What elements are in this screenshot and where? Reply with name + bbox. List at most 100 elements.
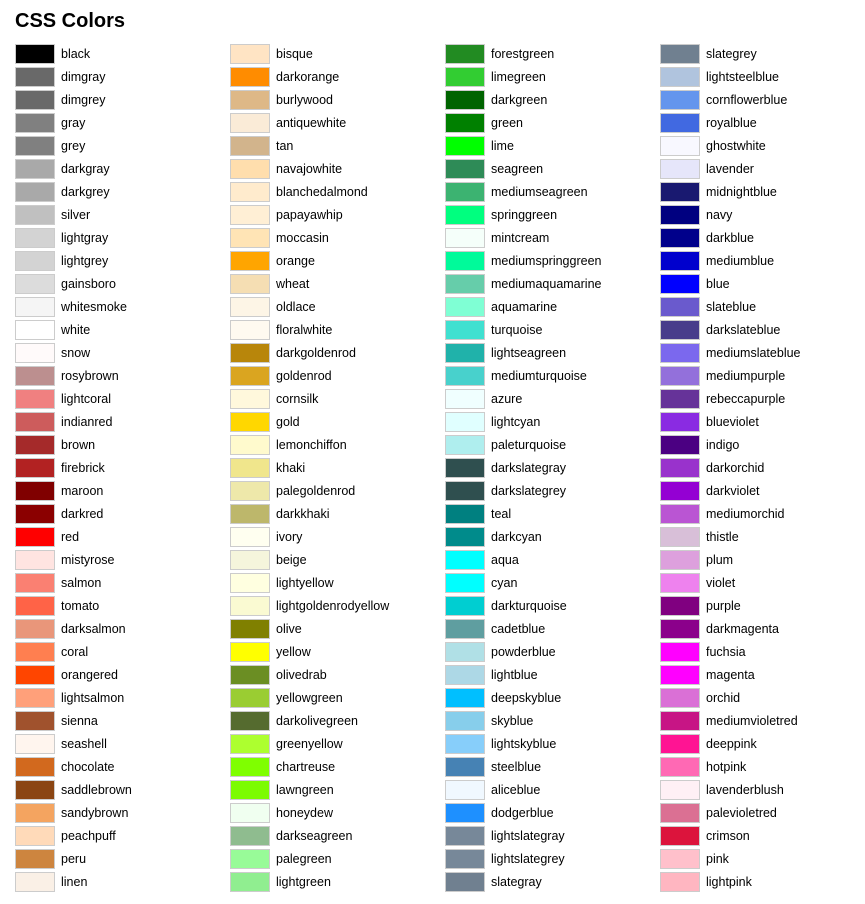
color-label-tan: tan	[276, 139, 293, 153]
color-label-purple: purple	[706, 599, 741, 613]
color-row: aliceblue	[445, 779, 660, 801]
color-label-gold: gold	[276, 415, 300, 429]
swatch-lavenderblush	[660, 780, 700, 800]
color-row: limegreen	[445, 66, 660, 88]
color-row: azure	[445, 388, 660, 410]
color-label-royalblue: royalblue	[706, 116, 757, 130]
color-label-powderblue: powderblue	[491, 645, 556, 659]
color-label-indigo: indigo	[706, 438, 739, 452]
color-row: orchid	[660, 687, 865, 709]
swatch-blanchedalmond	[230, 182, 270, 202]
color-label-darkcyan: darkcyan	[491, 530, 542, 544]
color-label-slateblue: slateblue	[706, 300, 756, 314]
swatch-palevioletred	[660, 803, 700, 823]
color-label-darkgrey: darkgrey	[61, 185, 110, 199]
color-row: gainsboro	[15, 273, 230, 295]
color-row: lightgrey	[15, 250, 230, 272]
color-row: pink	[660, 848, 865, 870]
swatch-darkgray	[15, 159, 55, 179]
swatch-turquoise	[445, 320, 485, 340]
swatch-mediumorchid	[660, 504, 700, 524]
color-label-darkviolet: darkviolet	[706, 484, 760, 498]
color-label-darkseagreen: darkseagreen	[276, 829, 352, 843]
swatch-lightgray	[15, 228, 55, 248]
color-row: violet	[660, 572, 865, 594]
color-label-mediumseagreen: mediumseagreen	[491, 185, 588, 199]
color-label-wheat: wheat	[276, 277, 309, 291]
color-label-lightslategray: lightslategray	[491, 829, 565, 843]
swatch-navy	[660, 205, 700, 225]
color-row: indigo	[660, 434, 865, 456]
color-row: forestgreen	[445, 43, 660, 65]
color-row: darkorange	[230, 66, 445, 88]
swatch-mediumspringgreen	[445, 251, 485, 271]
color-row: brown	[15, 434, 230, 456]
swatch-darkslategray	[445, 458, 485, 478]
swatch-lemonchiffon	[230, 435, 270, 455]
swatch-aqua	[445, 550, 485, 570]
color-label-aquamarine: aquamarine	[491, 300, 557, 314]
color-label-mistyrose: mistyrose	[61, 553, 114, 567]
swatch-red	[15, 527, 55, 547]
swatch-magenta	[660, 665, 700, 685]
swatch-aquamarine	[445, 297, 485, 317]
color-row: saddlebrown	[15, 779, 230, 801]
swatch-darkolivegreen	[230, 711, 270, 731]
swatch-indianred	[15, 412, 55, 432]
color-row: lightgray	[15, 227, 230, 249]
color-row: blueviolet	[660, 411, 865, 433]
color-row: chartreuse	[230, 756, 445, 778]
color-label-navajowhite: navajowhite	[276, 162, 342, 176]
color-label-mediumturquoise: mediumturquoise	[491, 369, 587, 383]
color-row: deepskyblue	[445, 687, 660, 709]
color-row: navy	[660, 204, 865, 226]
color-label-lightgrey: lightgrey	[61, 254, 108, 268]
color-label-seashell: seashell	[61, 737, 107, 751]
swatch-green	[445, 113, 485, 133]
color-label-whitesmoke: whitesmoke	[61, 300, 127, 314]
swatch-seagreen	[445, 159, 485, 179]
color-row: darkred	[15, 503, 230, 525]
color-label-palegoldenrod: palegoldenrod	[276, 484, 355, 498]
color-label-lightsalmon: lightsalmon	[61, 691, 124, 705]
color-label-darkorchid: darkorchid	[706, 461, 764, 475]
swatch-deepskyblue	[445, 688, 485, 708]
color-row: paleturquoise	[445, 434, 660, 456]
color-row: cadetblue	[445, 618, 660, 640]
color-label-darkturquoise: darkturquoise	[491, 599, 567, 613]
swatch-darkgrey	[15, 182, 55, 202]
swatch-slategrey	[660, 44, 700, 64]
swatch-mediumvioletred	[660, 711, 700, 731]
swatch-yellowgreen	[230, 688, 270, 708]
color-row: white	[15, 319, 230, 341]
color-row: peru	[15, 848, 230, 870]
swatch-lightcyan	[445, 412, 485, 432]
color-label-lightblue: lightblue	[491, 668, 538, 682]
color-row: sienna	[15, 710, 230, 732]
color-label-green: green	[491, 116, 523, 130]
color-label-paleturquoise: paleturquoise	[491, 438, 566, 452]
color-row: darkmagenta	[660, 618, 865, 640]
color-row: black	[15, 43, 230, 65]
color-label-sandybrown: sandybrown	[61, 806, 128, 820]
swatch-mintcream	[445, 228, 485, 248]
color-label-mediumaquamarine: mediumaquamarine	[491, 277, 601, 291]
color-label-darkolivegreen: darkolivegreen	[276, 714, 358, 728]
color-row: navajowhite	[230, 158, 445, 180]
swatch-crimson	[660, 826, 700, 846]
color-label-lime: lime	[491, 139, 514, 153]
color-label-dodgerblue: dodgerblue	[491, 806, 554, 820]
color-row: royalblue	[660, 112, 865, 134]
swatch-darkgreen	[445, 90, 485, 110]
swatch-greenyellow	[230, 734, 270, 754]
color-label-blueviolet: blueviolet	[706, 415, 759, 429]
color-label-palegreen: palegreen	[276, 852, 332, 866]
color-label-rebeccapurple: rebeccapurple	[706, 392, 785, 406]
color-row: darkviolet	[660, 480, 865, 502]
swatch-tan	[230, 136, 270, 156]
color-label-maroon: maroon	[61, 484, 103, 498]
color-row: tomato	[15, 595, 230, 617]
swatch-lawngreen	[230, 780, 270, 800]
color-row: darkgray	[15, 158, 230, 180]
color-row: seashell	[15, 733, 230, 755]
